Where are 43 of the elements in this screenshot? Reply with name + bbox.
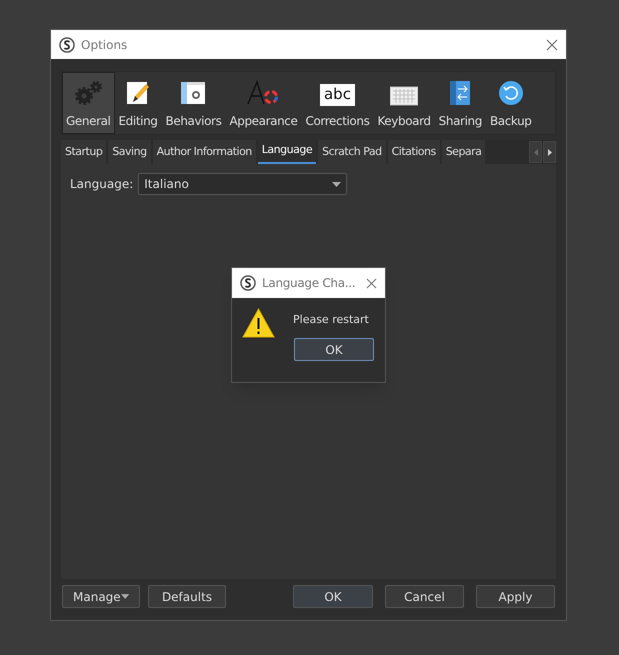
tab[interactable]: Separa (442, 140, 486, 164)
right-arrow-icon (548, 148, 552, 156)
tab[interactable]: Startup (61, 140, 106, 164)
close-icon[interactable] (546, 38, 558, 50)
message-ok-button[interactable]: OK (294, 338, 374, 361)
tab[interactable]: Saving (108, 140, 151, 164)
language-dropdown[interactable]: Italiano (138, 173, 348, 195)
tab[interactable]: Author Information (152, 140, 256, 164)
ok-button[interactable]: OK (293, 585, 373, 608)
cancel-button[interactable]: Cancel (385, 585, 464, 608)
tab[interactable]: Citations (388, 140, 440, 164)
scroll-right-button[interactable] (543, 141, 556, 163)
keyboard-icon (390, 86, 418, 106)
toolbar-button[interactable]: General (62, 72, 114, 134)
caret-icon (120, 594, 129, 599)
toolbar-button[interactable]: abc Corrections (302, 72, 374, 134)
message-box-title: Language Cha... (262, 275, 356, 292)
window-gear-icon (180, 80, 206, 106)
language-label: Language: (70, 176, 134, 193)
warning-icon (242, 308, 275, 338)
window-title: Options (81, 36, 128, 54)
close-icon[interactable] (366, 278, 377, 288)
font-color-icon (246, 80, 280, 106)
toolbar-button[interactable]: Editing (114, 72, 162, 134)
manage-button[interactable]: Manage (62, 585, 140, 608)
sharing-icon (449, 80, 472, 106)
app-logo-icon (240, 275, 256, 291)
apply-button[interactable]: Apply (476, 585, 555, 608)
defaults-button[interactable]: Defaults (148, 585, 226, 608)
toolbar-button[interactable]: Appearance (225, 72, 302, 134)
toolbar-button[interactable]: Backup (486, 72, 536, 134)
tab[interactable]: Scratch Pad (318, 140, 386, 164)
pencil-icon (125, 80, 151, 106)
backup-icon (498, 80, 524, 106)
gears-icon (73, 80, 104, 106)
toolbar-button[interactable]: Sharing (434, 72, 486, 134)
toolbar-button[interactable]: Behaviors (162, 72, 226, 134)
toolbar-button[interactable]: Keyboard (373, 72, 435, 134)
message-text: Please restart (293, 312, 369, 328)
dropdown-caret-icon (332, 182, 342, 186)
abc-icon: abc (320, 84, 355, 106)
left-arrow-icon (534, 148, 538, 156)
app-logo-icon (59, 36, 75, 52)
